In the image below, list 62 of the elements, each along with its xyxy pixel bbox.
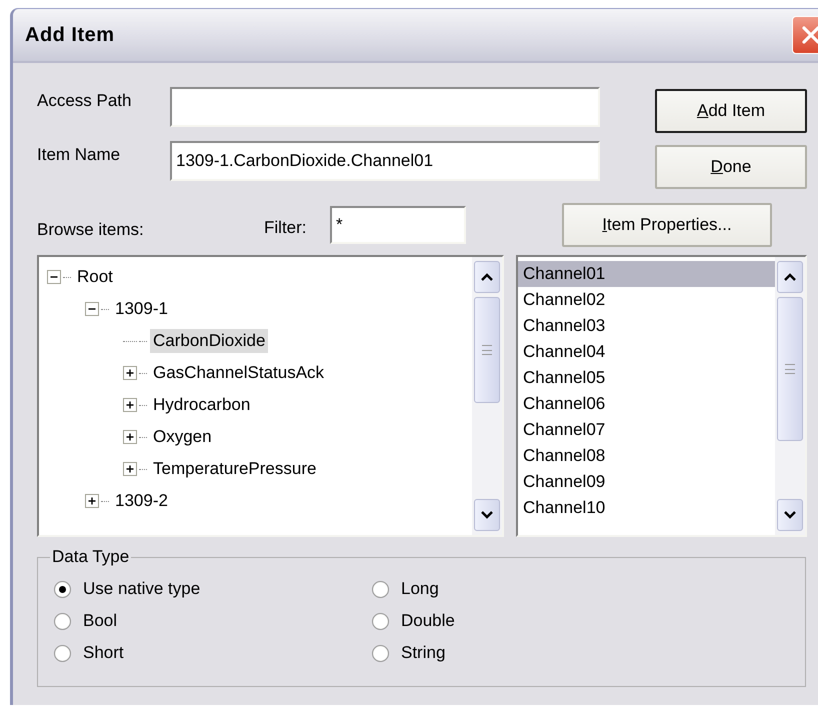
field-label: Item Name xyxy=(37,144,122,165)
scrollbar[interactable] xyxy=(472,257,502,535)
list-item[interactable]: Channel06 xyxy=(518,391,775,417)
filter-label: Filter: xyxy=(264,217,308,238)
list-item[interactable]: Channel05 xyxy=(518,365,775,391)
chevron-down-icon xyxy=(480,510,494,520)
chevron-down-icon xyxy=(783,510,797,520)
tree-item[interactable]: 1309-2 xyxy=(112,489,171,513)
close-icon xyxy=(800,24,818,46)
radio-button[interactable] xyxy=(54,644,71,662)
collapse-icon[interactable] xyxy=(47,270,61,284)
scroll-down-button[interactable] xyxy=(474,499,500,531)
tree-item[interactable]: Oxygen xyxy=(150,425,215,449)
text-field[interactable] xyxy=(170,87,600,127)
radio-button[interactable] xyxy=(372,644,389,662)
expand-icon[interactable] xyxy=(123,398,137,412)
scroll-thumb[interactable] xyxy=(777,297,803,441)
dialog-button[interactable]: Add Item xyxy=(655,89,807,133)
list-item[interactable]: Channel03 xyxy=(518,313,775,339)
radio-option[interactable]: Bool xyxy=(54,605,372,637)
radio-option[interactable]: Short xyxy=(54,637,372,669)
scroll-up-button[interactable] xyxy=(777,261,803,293)
tree-item[interactable]: Hydrocarbon xyxy=(150,393,254,417)
expand-icon[interactable] xyxy=(85,494,99,508)
tree-item[interactable]: TemperaturePressure xyxy=(150,457,320,481)
list-item[interactable]: Channel10 xyxy=(518,495,775,521)
radio-button[interactable] xyxy=(54,612,71,630)
radio-button[interactable] xyxy=(54,580,71,598)
browse-label: Browse items: xyxy=(37,219,145,240)
list-item[interactable]: Channel09 xyxy=(518,469,775,495)
list-item[interactable]: Channel07 xyxy=(518,417,775,443)
list-item[interactable]: Channel01 xyxy=(518,261,775,287)
list-item[interactable]: Channel02 xyxy=(518,287,775,313)
group-title: Data Type xyxy=(51,547,130,567)
dialog-button[interactable]: Done xyxy=(655,145,807,189)
radio-option[interactable]: Long xyxy=(372,573,672,605)
list-item[interactable]: Channel08 xyxy=(518,443,775,469)
expand-icon[interactable] xyxy=(123,462,137,476)
radio-option[interactable]: String xyxy=(372,637,672,669)
radio-option[interactable]: Use native type xyxy=(54,573,372,605)
list-item[interactable]: Channel04 xyxy=(518,339,775,365)
expand-icon[interactable] xyxy=(123,430,137,444)
scroll-down-button[interactable] xyxy=(777,499,803,531)
collapse-icon[interactable] xyxy=(85,302,99,316)
filter-field[interactable]: * xyxy=(330,206,466,244)
radio-button[interactable] xyxy=(372,580,389,598)
scroll-thumb[interactable] xyxy=(474,297,500,403)
window-title: Add Item xyxy=(25,24,115,46)
tree-item[interactable]: Root xyxy=(74,265,116,289)
chevron-up-icon xyxy=(783,272,797,282)
tree-item[interactable]: CarbonDioxide xyxy=(150,329,268,353)
radio-option[interactable]: Double xyxy=(372,605,672,637)
text-field[interactable]: 1309-1.CarbonDioxide.Channel01 xyxy=(170,141,600,181)
tree-item[interactable]: GasChannelStatusAck xyxy=(150,361,328,385)
scroll-up-button[interactable] xyxy=(474,261,500,293)
item-properties-button[interactable]: Item Properties... xyxy=(562,203,772,247)
scrollbar[interactable] xyxy=(775,257,805,535)
chevron-up-icon xyxy=(480,272,494,282)
radio-button[interactable] xyxy=(372,612,389,630)
tree-item[interactable]: 1309-1 xyxy=(112,297,171,321)
expand-icon[interactable] xyxy=(123,366,137,380)
field-label: Access Path xyxy=(37,90,132,111)
